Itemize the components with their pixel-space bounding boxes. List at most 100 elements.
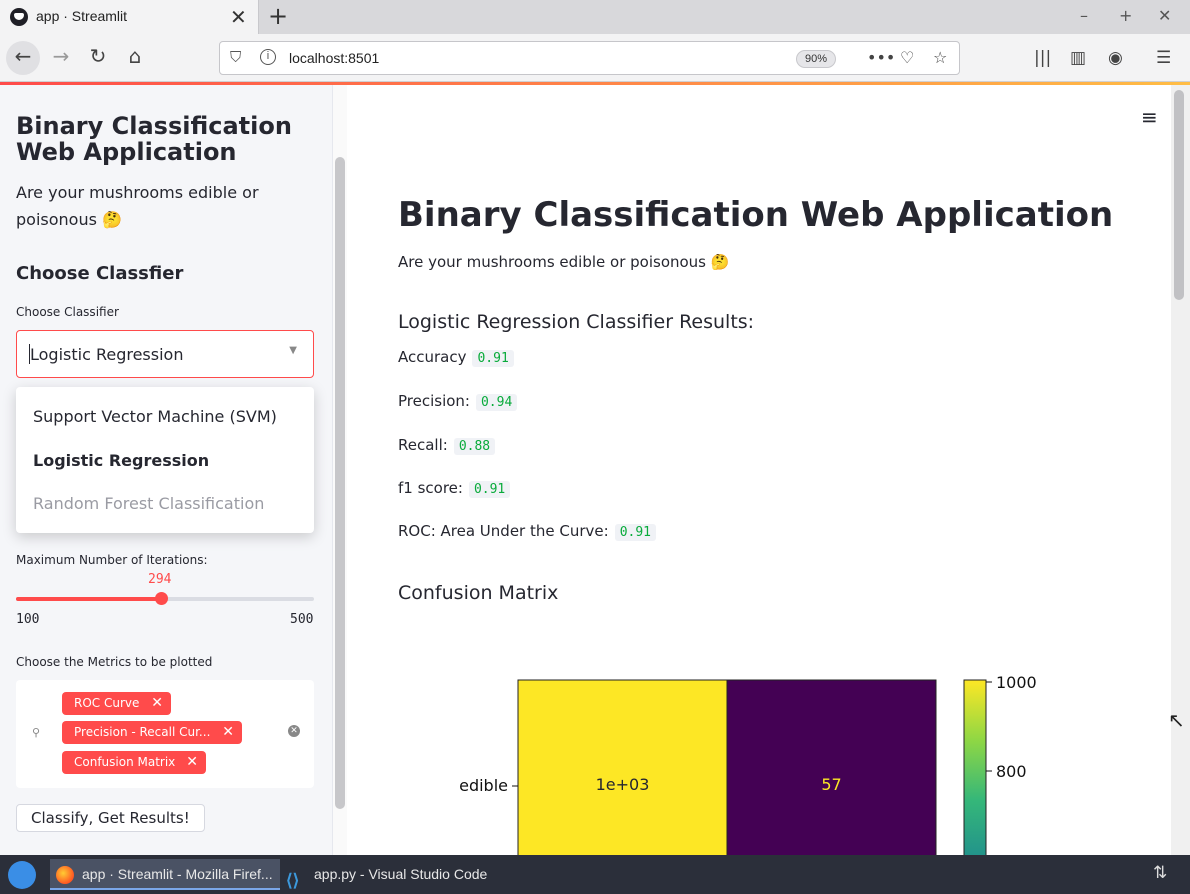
sidebar-toggle-icon[interactable]: ▥ <box>1070 48 1086 68</box>
classifier-label: Choose Classifier <box>16 305 119 319</box>
mouse-cursor-icon: ↖ <box>1168 708 1185 732</box>
chip-label: ROC Curve <box>74 696 140 710</box>
sidebar-scrollbar[interactable] <box>335 157 345 809</box>
colorbar-tick-label: 800 <box>996 762 1027 781</box>
chip-remove-icon[interactable]: ✕ <box>151 692 163 715</box>
browser-tab-bar: app · Streamlit ✕ + – + ✕ <box>0 0 1190 34</box>
close-window-button[interactable]: ✕ <box>1158 6 1171 25</box>
sidebar-subtitle: Are your mushrooms edible or poisonous 🤔 <box>16 183 259 229</box>
metrics-multiselect[interactable]: ⚲ ROC Curve ✕ Precision - Recall Cur... … <box>16 680 314 788</box>
heatmap-cell-label: 1e+03 <box>596 775 650 794</box>
chip-roc-curve[interactable]: ROC Curve ✕ <box>62 692 171 715</box>
metric-value: 0.91 <box>468 481 511 498</box>
page-subtitle: Are your mushrooms edible or poisonous 🤔 <box>398 253 730 271</box>
chip-remove-icon[interactable]: ✕ <box>222 721 234 744</box>
browser-tab[interactable]: app · Streamlit ✕ <box>0 0 259 34</box>
metric-label: Precision: <box>398 392 470 410</box>
clear-all-icon[interactable]: ✕ <box>288 725 300 737</box>
confusion-matrix-chart: 1e+03 57 edible 1000 800 <box>459 673 1037 855</box>
streamlit-favicon-icon <box>10 8 28 26</box>
option-logistic-regression[interactable]: Logistic Regression <box>33 451 209 470</box>
taskbar-firefox[interactable]: app · Streamlit - Mozilla Firef... <box>50 859 280 890</box>
classify-button[interactable]: Classify, Get Results! <box>16 804 205 832</box>
metric-precision: Precision: 0.94 <box>398 392 518 411</box>
iterations-label: Maximum Number of Iterations: <box>16 553 208 567</box>
results-heading: Logistic Regression Classifier Results: <box>398 311 755 333</box>
classifier-dropdown: Support Vector Machine (SVM) Logistic Re… <box>16 387 314 533</box>
metrics-label: Choose the Metrics to be plotted <box>16 655 213 669</box>
forward-button[interactable]: → <box>46 44 76 68</box>
search-icon: ⚲ <box>32 726 41 739</box>
slider-fill <box>16 597 161 601</box>
url-bar[interactable]: ⛉ i localhost:8501 90% ••• ♡ ☆ <box>219 41 960 75</box>
chip-precision-recall[interactable]: Precision - Recall Cur... ✕ <box>62 721 242 744</box>
metric-label: Accuracy <box>398 348 467 366</box>
taskbar-item-label: app · Streamlit - Mozilla Firef... <box>82 866 273 882</box>
iterations-slider[interactable] <box>16 592 314 605</box>
sidebar-title: Binary Classification Web Application <box>16 112 292 166</box>
iterations-slider-value: 294 <box>148 572 172 587</box>
option-svm[interactable]: Support Vector Machine (SVM) <box>33 407 277 426</box>
account-icon[interactable]: ◉ <box>1108 48 1123 68</box>
option-random-forest[interactable]: Random Forest Classification <box>33 494 264 513</box>
page-actions-icon[interactable]: ••• <box>867 48 895 67</box>
page-title: Binary Classification Web Application <box>398 195 1114 235</box>
heatmap-cell-label: 57 <box>821 775 841 794</box>
firefox-icon <box>56 866 74 884</box>
pocket-icon[interactable]: ♡ <box>900 48 914 67</box>
row-tick-label: edible <box>459 776 508 795</box>
metric-label: ROC: Area Under the Curve: <box>398 522 609 540</box>
metric-value: 0.91 <box>614 524 656 541</box>
slider-max: 500 <box>290 612 314 627</box>
tab-title: app · Streamlit <box>36 8 128 24</box>
chevron-down-icon[interactable]: ▼ <box>289 345 297 356</box>
metric-recall: Recall: 0.88 <box>398 436 496 455</box>
hamburger-menu-icon[interactable]: ≡ <box>1141 105 1158 129</box>
taskbar-vscode[interactable]: ⟨⟩ app.py - Visual Studio Code <box>282 859 502 890</box>
url-text[interactable]: localhost:8501 <box>289 50 379 66</box>
metric-f1: f1 score: 0.91 <box>398 479 511 498</box>
back-arrow-icon: ← <box>14 44 32 68</box>
colorbar-tick-label: 1000 <box>996 673 1037 692</box>
metric-value: 0.94 <box>475 394 518 411</box>
classifier-select-value[interactable]: Logistic Regression <box>30 345 183 364</box>
chip-label: Confusion Matrix <box>74 755 176 769</box>
metric-value: 0.88 <box>453 438 496 455</box>
classifier-select[interactable]: Logistic Regression ▼ <box>16 330 314 378</box>
main-content: ≡ Binary Classification Web Application … <box>347 85 1171 855</box>
start-menu-icon[interactable] <box>8 861 36 889</box>
new-tab-button[interactable]: + <box>268 2 288 30</box>
app-menu-icon[interactable]: ☰ <box>1156 48 1171 68</box>
vscode-icon: ⟨⟩ <box>286 871 300 890</box>
reload-button[interactable]: ↻ <box>83 44 113 68</box>
heatmap-cell <box>517 679 728 855</box>
maximize-button[interactable]: + <box>1119 6 1132 25</box>
colorbar <box>963 679 987 855</box>
minimize-button[interactable]: – <box>1080 6 1088 25</box>
os-taskbar: app · Streamlit - Mozilla Firef... ⟨⟩ ap… <box>0 855 1190 894</box>
shield-icon[interactable]: ⛉ <box>230 48 241 66</box>
site-info-icon[interactable]: i <box>260 49 276 65</box>
main-scrollbar[interactable] <box>1174 90 1184 300</box>
chip-confusion-matrix[interactable]: Confusion Matrix ✕ <box>62 751 206 774</box>
metric-accuracy: Accuracy 0.91 <box>398 348 514 367</box>
heatmap-cell <box>726 679 937 855</box>
chip-remove-icon[interactable]: ✕ <box>186 751 198 774</box>
metric-value: 0.91 <box>472 350 514 367</box>
metric-label: f1 score: <box>398 479 463 497</box>
slider-thumb[interactable] <box>154 592 168 605</box>
sidebar-section-heading: Choose Classfier <box>16 263 184 284</box>
taskbar-item-label: app.py - Visual Studio Code <box>314 866 488 882</box>
browser-nav-bar: ← → ↻ ⌂ ⛉ i localhost:8501 90% ••• ♡ ☆ |… <box>0 34 1190 82</box>
network-tray-icon[interactable]: ⇅ <box>1153 863 1167 883</box>
home-button[interactable]: ⌂ <box>120 44 150 68</box>
slider-min: 100 <box>16 612 40 627</box>
tab-close-icon[interactable]: ✕ <box>230 5 247 29</box>
zoom-level-badge[interactable]: 90% <box>796 50 837 68</box>
library-icon[interactable]: ||| <box>1034 48 1051 68</box>
sidebar: Binary Classification Web Application Ar… <box>0 85 333 855</box>
chip-label: Precision - Recall Cur... <box>74 725 211 739</box>
bookmark-star-icon[interactable]: ☆ <box>933 48 947 67</box>
metric-label: Recall: <box>398 436 448 454</box>
confusion-matrix-heading: Confusion Matrix <box>398 582 559 604</box>
